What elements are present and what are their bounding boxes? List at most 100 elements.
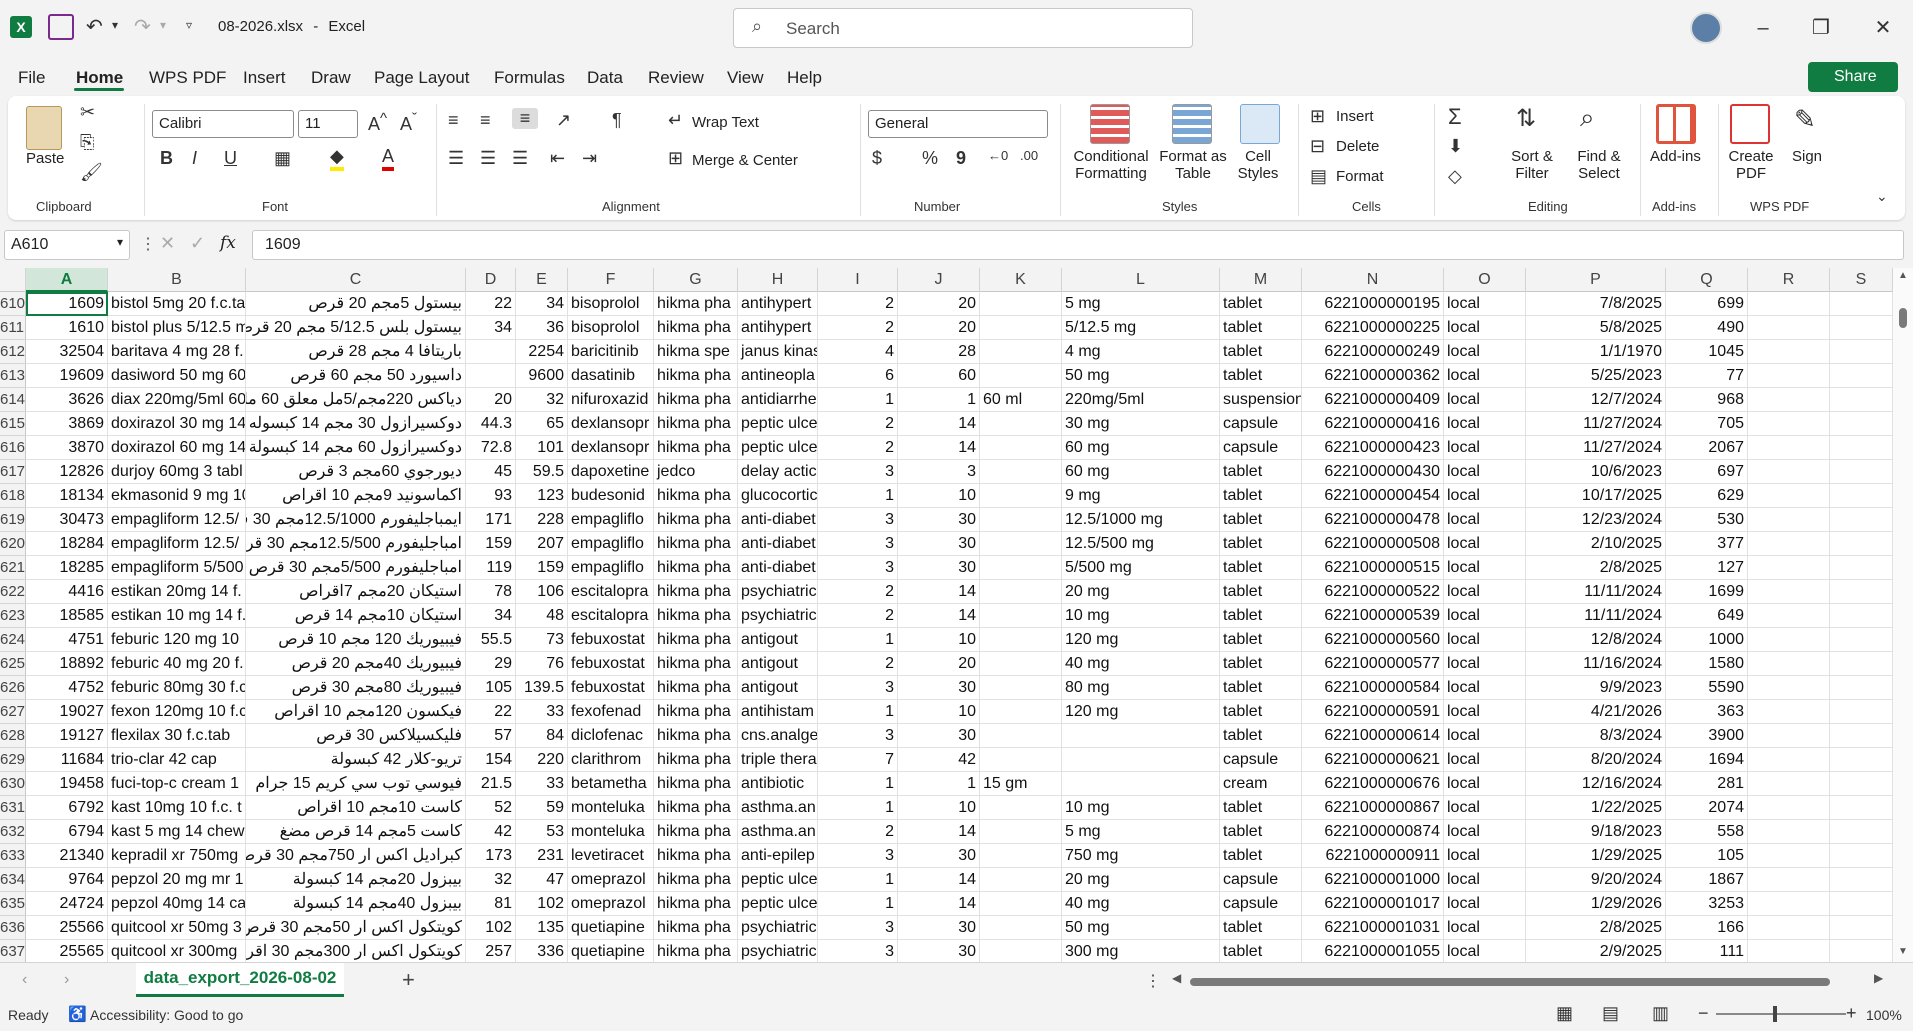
- cell[interactable]: 18134: [26, 484, 108, 508]
- cell[interactable]: hikma pha: [654, 820, 738, 844]
- delete-cells-button[interactable]: Delete: [1336, 138, 1379, 155]
- cell[interactable]: tablet: [1220, 796, 1302, 820]
- cell[interactable]: diclofenac: [568, 724, 654, 748]
- cell[interactable]: [1830, 556, 1893, 580]
- cell[interactable]: 34: [466, 604, 516, 628]
- cell[interactable]: escitalopra: [568, 604, 654, 628]
- cell[interactable]: [1748, 484, 1830, 508]
- cell[interactable]: [1748, 868, 1830, 892]
- cell[interactable]: 123: [516, 484, 568, 508]
- cell[interactable]: [1830, 892, 1893, 916]
- cell[interactable]: local: [1444, 916, 1526, 940]
- row-header[interactable]: 618: [0, 484, 26, 508]
- cell[interactable]: 77: [1666, 364, 1748, 388]
- column-header[interactable]: I: [818, 268, 898, 292]
- cell[interactable]: فيبيوريك 80مجم 30 قرص: [246, 676, 466, 700]
- cell[interactable]: [980, 508, 1062, 532]
- cell[interactable]: peptic ulce: [738, 436, 818, 460]
- cell[interactable]: 76: [516, 652, 568, 676]
- cell[interactable]: anti-diabet: [738, 556, 818, 580]
- cell[interactable]: 22: [466, 700, 516, 724]
- cell[interactable]: [466, 364, 516, 388]
- cell[interactable]: hikma pha: [654, 868, 738, 892]
- cell[interactable]: bistol plus 5/12.5 m: [108, 316, 246, 340]
- cell[interactable]: 9 mg: [1062, 484, 1220, 508]
- cell[interactable]: [1830, 868, 1893, 892]
- cell[interactable]: 45: [466, 460, 516, 484]
- cell[interactable]: capsule: [1220, 436, 1302, 460]
- cell[interactable]: tablet: [1220, 844, 1302, 868]
- cell[interactable]: hikma pha: [654, 724, 738, 748]
- cell[interactable]: 10: [898, 700, 980, 724]
- cell[interactable]: 1000: [1666, 628, 1748, 652]
- cell[interactable]: hikma pha: [654, 844, 738, 868]
- cell[interactable]: 44.3: [466, 412, 516, 436]
- tab-file[interactable]: File: [18, 68, 45, 88]
- cell[interactable]: capsule: [1220, 748, 1302, 772]
- cell[interactable]: antigout: [738, 676, 818, 700]
- percent-button[interactable]: %: [922, 148, 938, 169]
- cell[interactable]: فيبيوريك 120 مجم 10 قرص: [246, 628, 466, 652]
- cell[interactable]: [466, 340, 516, 364]
- cell[interactable]: dapoxetine: [568, 460, 654, 484]
- worksheet-grid[interactable]: ABCDEFGHIJKLMNOPQRS 610 1609 bistol 5mg 20…: [0, 268, 1913, 962]
- borders-icon[interactable]: ▦: [274, 148, 291, 169]
- cell[interactable]: كاست 5مجم 14 قرص مضغ: [246, 820, 466, 844]
- cell[interactable]: 10 mg: [1062, 604, 1220, 628]
- cell[interactable]: بيبزول 40مجم 14 كبسولة: [246, 892, 466, 916]
- cell[interactable]: 166: [1666, 916, 1748, 940]
- cell[interactable]: 59: [516, 796, 568, 820]
- column-header[interactable]: N: [1302, 268, 1444, 292]
- cell[interactable]: [1748, 580, 1830, 604]
- cell[interactable]: [980, 700, 1062, 724]
- cell[interactable]: 173: [466, 844, 516, 868]
- cell[interactable]: 705: [1666, 412, 1748, 436]
- cell[interactable]: 9600: [516, 364, 568, 388]
- align-center-icon[interactable]: ☰: [480, 148, 496, 169]
- cell[interactable]: 30: [898, 844, 980, 868]
- cell[interactable]: فيوسي توب سي كريم 15 جرام: [246, 772, 466, 796]
- cell[interactable]: tablet: [1220, 676, 1302, 700]
- cell[interactable]: 139.5: [516, 676, 568, 700]
- cell[interactable]: local: [1444, 580, 1526, 604]
- cell[interactable]: داسيورد 50 مجم 60 قرص: [246, 364, 466, 388]
- cell[interactable]: [980, 340, 1062, 364]
- cell[interactable]: psychiatric: [738, 916, 818, 940]
- cell[interactable]: 6221000000249: [1302, 340, 1444, 364]
- cell[interactable]: local: [1444, 820, 1526, 844]
- cell[interactable]: [1748, 844, 1830, 868]
- cell[interactable]: local: [1444, 628, 1526, 652]
- increase-font-icon[interactable]: A^: [368, 110, 387, 135]
- cell[interactable]: 11/27/2024: [1526, 412, 1666, 436]
- cell[interactable]: 6221000000621: [1302, 748, 1444, 772]
- cell[interactable]: empagliflo: [568, 508, 654, 532]
- cell[interactable]: 968: [1666, 388, 1748, 412]
- cell[interactable]: 6221000000614: [1302, 724, 1444, 748]
- scroll-left-icon[interactable]: ◀: [1172, 971, 1181, 985]
- cell[interactable]: 18585: [26, 604, 108, 628]
- cell[interactable]: 231: [516, 844, 568, 868]
- redo-dropdown-icon[interactable]: ▾: [160, 18, 166, 32]
- row-header[interactable]: 613: [0, 364, 26, 388]
- sign-button[interactable]: Sign: [1792, 148, 1822, 165]
- zoom-level[interactable]: 100%: [1866, 1007, 1902, 1023]
- cell[interactable]: 3: [818, 460, 898, 484]
- cell[interactable]: local: [1444, 652, 1526, 676]
- zoom-slider[interactable]: [1716, 1013, 1846, 1015]
- cell[interactable]: 257: [466, 940, 516, 962]
- cell[interactable]: باريتافا 4 مجم 28 قرص: [246, 340, 466, 364]
- underline-button[interactable]: U: [224, 148, 237, 169]
- cell[interactable]: فليكسيلاكس 30 قرص: [246, 724, 466, 748]
- cell[interactable]: 12/16/2024: [1526, 772, 1666, 796]
- text-direction-icon[interactable]: ¶: [612, 110, 622, 131]
- cell[interactable]: 3: [818, 676, 898, 700]
- cell[interactable]: 1699: [1666, 580, 1748, 604]
- cell[interactable]: 29: [466, 652, 516, 676]
- column-header[interactable]: Q: [1666, 268, 1748, 292]
- cell[interactable]: 12/8/2024: [1526, 628, 1666, 652]
- cell[interactable]: 119: [466, 556, 516, 580]
- cell[interactable]: local: [1444, 868, 1526, 892]
- wrap-text-button[interactable]: Wrap Text: [692, 114, 759, 131]
- cell[interactable]: 14: [898, 436, 980, 460]
- cell[interactable]: 73: [516, 628, 568, 652]
